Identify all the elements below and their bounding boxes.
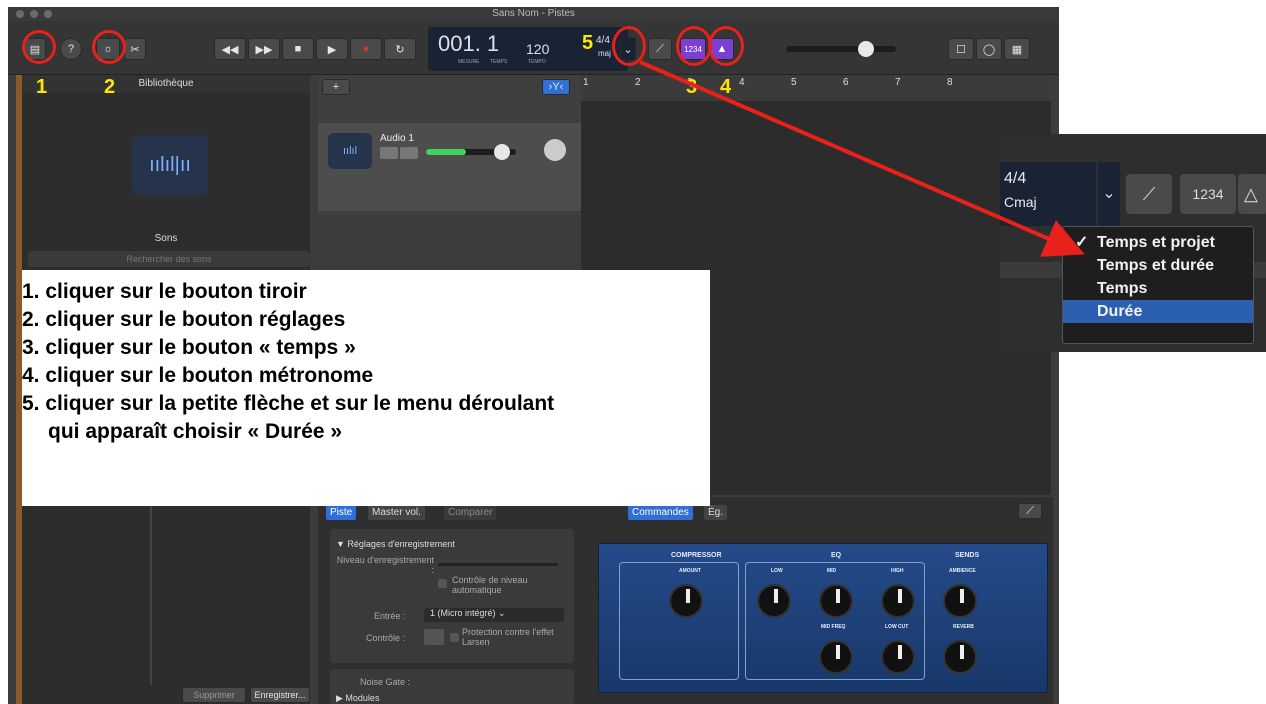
annotation-arrow: [639, 60, 1085, 257]
arrow-line: [639, 60, 1085, 257]
